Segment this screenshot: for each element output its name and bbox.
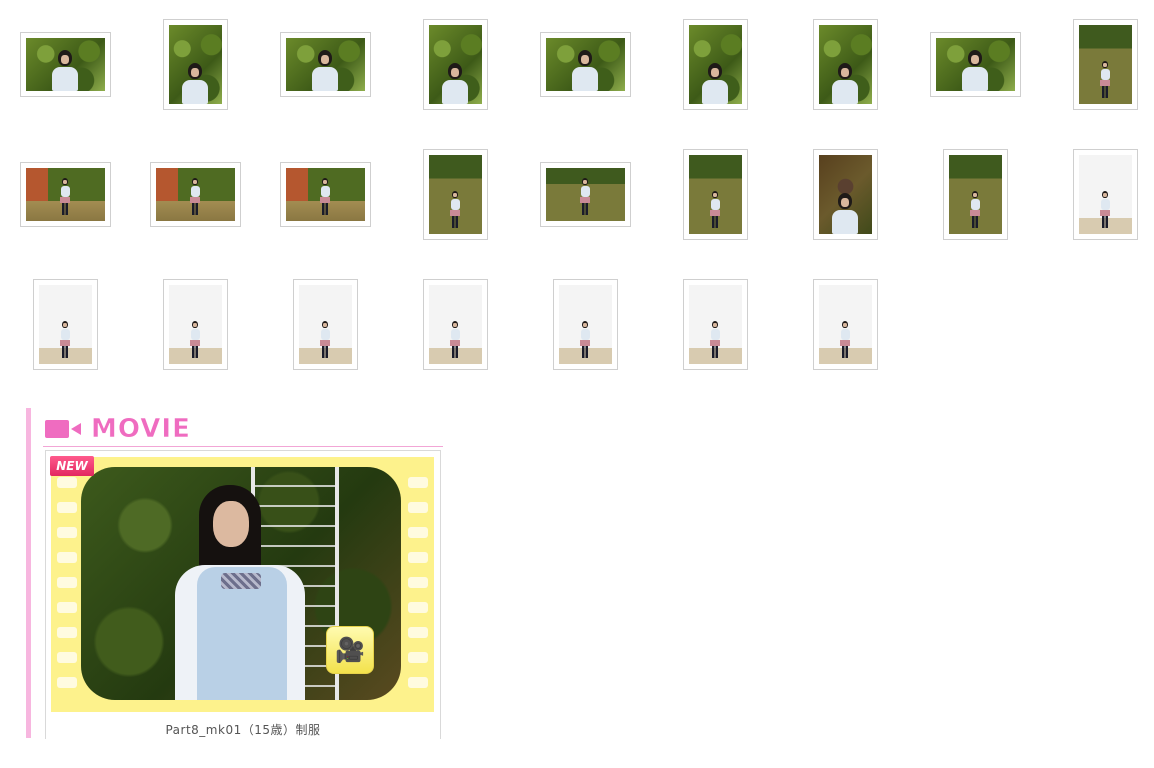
photo-thumbnail[interactable]: [292, 278, 358, 370]
photo-thumbnail[interactable]: [812, 18, 878, 110]
photo-thumbnail[interactable]: [552, 278, 618, 370]
photo-thumbnail[interactable]: [682, 18, 748, 110]
model-figure: [580, 177, 590, 215]
photo-thumbnail[interactable]: [422, 278, 488, 370]
movie-camera-icon[interactable]: 🎥: [326, 626, 374, 674]
photo-thumbnail[interactable]: [682, 278, 748, 370]
film-sprocket-holes-left: [57, 477, 77, 702]
model-figure: [832, 62, 858, 104]
photo-thumbnail[interactable]: [422, 148, 488, 240]
model-figure: [320, 320, 330, 358]
model-figure: [450, 190, 460, 228]
photo-thumbnail[interactable]: [279, 31, 371, 97]
photo-thumbnail[interactable]: [812, 148, 878, 240]
model-figure: [312, 49, 338, 91]
photo-thumbnail[interactable]: [32, 278, 98, 370]
thumbnail-image: [298, 284, 352, 364]
model-figure: [190, 177, 200, 215]
thumbnail-image: [688, 24, 742, 104]
thumbnail-image: [818, 154, 872, 234]
film-sprocket-holes-right: [408, 477, 428, 702]
thumbnail-image: [688, 154, 742, 234]
thumbnail-image: [428, 24, 482, 104]
photo-thumbnail[interactable]: [682, 148, 748, 240]
thumbnail-image: [168, 24, 222, 104]
model-figure: [190, 320, 200, 358]
photo-thumbnail[interactable]: [279, 161, 371, 227]
photo-thumbnail[interactable]: [929, 31, 1021, 97]
photo-thumbnail[interactable]: [1072, 148, 1138, 240]
thumbnail-image: [38, 284, 92, 364]
model-figure: [840, 320, 850, 358]
thumbnail-image: [545, 37, 625, 91]
photo-thumbnail[interactable]: [812, 278, 878, 370]
thumbnail-image: [1078, 24, 1132, 104]
photo-thumbnail[interactable]: [162, 278, 228, 370]
thumbnail-image: [818, 284, 872, 364]
photo-thumbnail[interactable]: [19, 161, 111, 227]
film-strip-frame: 🎥: [51, 457, 434, 712]
movie-caption[interactable]: Part8_mk01（15歳）制服: [46, 721, 440, 738]
model-figure: [442, 62, 468, 104]
photo-thumbnail[interactable]: [942, 148, 1008, 240]
photo-thumbnail[interactable]: [19, 31, 111, 97]
model-figure: [710, 320, 720, 358]
photo-thumbnail[interactable]: [149, 161, 241, 227]
video-camera-icon: [45, 418, 83, 440]
thumbnail-image: [428, 154, 482, 234]
thumbnail-image: [948, 154, 1002, 234]
thumbnail-image: [168, 284, 222, 364]
photo-thumbnail[interactable]: [539, 161, 631, 227]
movie-card[interactable]: 🎥 NEW Part8_mk01（15歳）制服: [45, 450, 441, 739]
model-figure: [1100, 60, 1110, 98]
model-figure: [52, 49, 78, 91]
photo-thumbnail[interactable]: [162, 18, 228, 110]
thumbnail-image: [285, 167, 365, 221]
thumbnail-image: [935, 37, 1015, 91]
movie-header: MOVIE: [45, 414, 191, 444]
thumbnail-image: [155, 167, 235, 221]
model-figure: [962, 49, 988, 91]
model-figure: [182, 62, 208, 104]
movie-title: MOVIE: [91, 414, 191, 445]
photo-thumbnail[interactable]: [1072, 18, 1138, 110]
model-figure: [710, 190, 720, 228]
thumbnail-image: [818, 24, 872, 104]
model-figure: [1100, 190, 1110, 228]
thumbnail-image: [285, 37, 365, 91]
thumbnail-image: [25, 37, 105, 91]
thumbnail-image: [545, 167, 625, 221]
model-figure: [970, 190, 980, 228]
model-figure: [450, 320, 460, 358]
thumbnail-image: [25, 167, 105, 221]
movie-section: MOVIE 🎥 NEW Part8_mk01（15歳）制服: [26, 408, 451, 739]
model-figure: [60, 320, 70, 358]
model-figure: [702, 62, 728, 104]
model-figure: [60, 177, 70, 215]
photo-thumbnail[interactable]: [422, 18, 488, 110]
model-figure: [580, 320, 590, 358]
model-figure: [572, 49, 598, 91]
model-figure: [832, 192, 858, 234]
model-figure: [169, 485, 309, 700]
section-divider: [43, 446, 443, 447]
model-figure: [320, 177, 330, 215]
new-badge: NEW: [50, 456, 94, 476]
thumbnail-image: [688, 284, 742, 364]
thumbnail-image: [428, 284, 482, 364]
thumbnail-image: [558, 284, 612, 364]
thumbnail-image: [1078, 154, 1132, 234]
photo-thumbnail[interactable]: [539, 31, 631, 97]
